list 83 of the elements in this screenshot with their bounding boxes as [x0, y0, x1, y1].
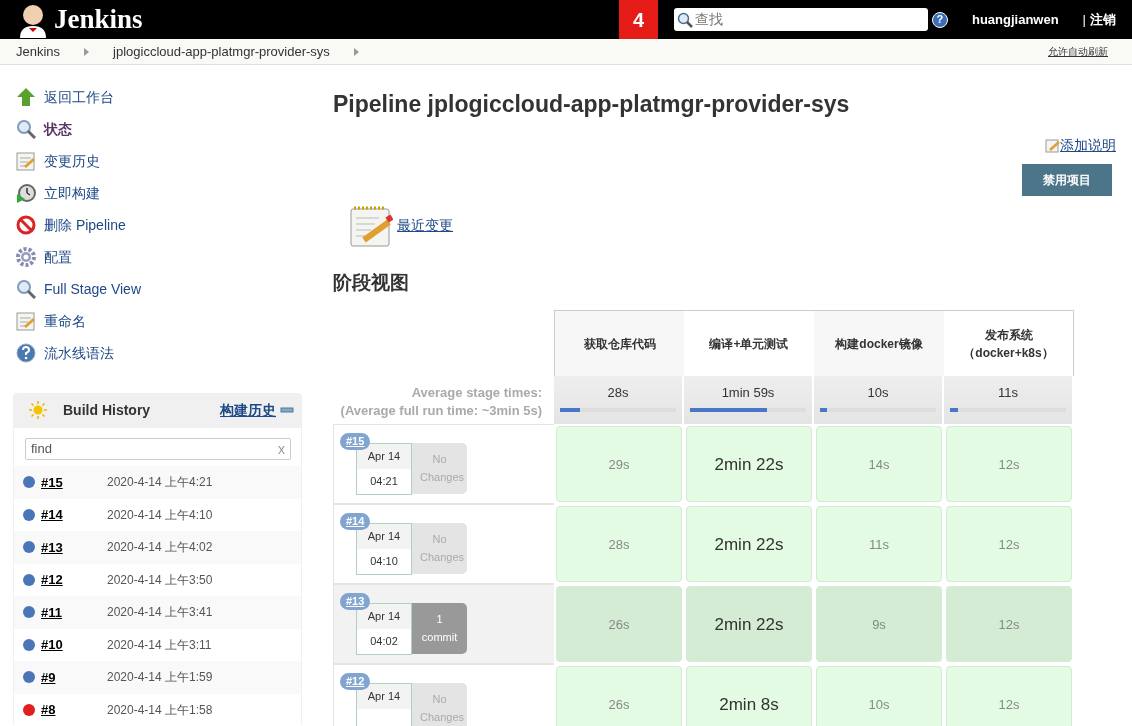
build-time: 2020-4-14 上午4:21 — [107, 474, 213, 492]
build-time: 2020-4-14 上午3:11 — [107, 636, 212, 654]
average-label: Average stage times: — [410, 384, 542, 402]
average-time: 28s — [607, 385, 629, 401]
sidebar-item[interactable]: 流水线语法 — [0, 337, 320, 369]
collapse-icon — [280, 407, 294, 413]
search-icon — [676, 11, 693, 28]
build-link[interactable]: #15 — [41, 472, 85, 492]
breadcrumb-arrow-icon — [84, 47, 90, 56]
run-date: Apr 14 — [357, 684, 411, 710]
build-link[interactable]: #8 — [41, 700, 85, 720]
filter-box[interactable]: find x — [25, 438, 291, 460]
run-time: 04:02 — [369, 634, 399, 650]
prohibited-icon — [16, 215, 36, 235]
stage-header-note: （docker+k8s） — [963, 344, 1054, 362]
stage-header: 发布系统 — [984, 326, 1033, 344]
search-icon — [16, 119, 36, 139]
build-time: 2020-4-14 上午4:02 — [107, 539, 213, 557]
build-time: 2020-4-14 上午3:41 — [107, 604, 213, 622]
sidebar-item[interactable]: 重命名 — [0, 305, 320, 337]
build-time: 2020-4-14 上午1:58 — [107, 701, 213, 719]
breadcrumb-link[interactable]: Jenkins — [16, 41, 61, 62]
auto-refresh-link[interactable]: 允许自动刷新 — [1048, 44, 1108, 59]
sidebar-item[interactable]: 状态 — [0, 113, 320, 145]
sidebar-item[interactable]: 返回工作台 — [0, 81, 320, 113]
sidebar-item[interactable]: 立即构建 — [0, 177, 320, 209]
notepad-icon — [16, 151, 36, 171]
sidebar-item[interactable]: 删除 Pipeline — [0, 209, 320, 241]
build-time: 2020-4-14 上午4:10 — [107, 506, 213, 524]
sidebar-item[interactable]: 变更历史 — [0, 145, 320, 177]
search-box[interactable]: 查找 — [673, 8, 928, 31]
stage-duration-cell[interactable]: 2min 8s — [686, 666, 812, 726]
clock-play-icon — [16, 183, 36, 203]
average-time: 1min 59s — [721, 385, 775, 401]
sun-icon — [29, 401, 47, 419]
build-link[interactable]: #11 — [41, 602, 85, 622]
stage-header: 获取仓库代码 — [583, 335, 656, 353]
build-link[interactable]: #12 — [41, 570, 85, 590]
average-time: 10s — [867, 385, 889, 401]
stage-duration-cell[interactable]: 2min 22s — [686, 506, 812, 583]
notepad-icon — [16, 311, 36, 331]
logout-link[interactable]: 注销 — [1090, 9, 1116, 30]
sidebar-item[interactable]: 配置 — [0, 241, 320, 273]
trend-link[interactable]: 构建历史 — [220, 399, 276, 421]
separator: | — [1082, 10, 1086, 29]
build-link[interactable]: #9 — [41, 667, 85, 687]
changes-badge: No Changes — [412, 443, 467, 495]
run-time: 04:21 — [369, 474, 399, 490]
help-icon — [16, 343, 36, 363]
section-title: 阶段视图 — [333, 271, 410, 295]
help-icon[interactable]: ? — [931, 11, 948, 28]
notification-count[interactable]: 4 — [618, 0, 658, 39]
stage-duration-cell[interactable]: 2min 22s — [686, 426, 812, 503]
average-time: 11s — [998, 385, 1018, 401]
stage-header: 编译+单元测试 — [709, 335, 789, 353]
logo-text: Jenkins — [54, 3, 143, 37]
disable-project-button[interactable]: 禁用项目 — [1022, 163, 1112, 196]
breadcrumb-arrow-icon — [353, 47, 359, 56]
changes-badge: No Changes — [412, 523, 467, 575]
run-time: 04:10 — [369, 554, 399, 570]
breadcrumb-link[interactable]: jplogiccloud-app-platmgr-provider-sys — [113, 41, 330, 62]
stage-header: 构建docker镜像 — [835, 335, 923, 353]
stage-duration-cell[interactable]: 2min 22s — [686, 586, 812, 663]
build-time: 2020-4-14 上午1:59 — [107, 669, 213, 687]
average-run-time: (Average full run time: ~3min 5s) — [339, 401, 542, 420]
gear-icon — [16, 247, 36, 267]
page-title: Pipeline jplogiccloud-app-platmgr-provider-sys — [333, 91, 851, 119]
run-date: Apr 14 — [357, 444, 411, 470]
build-link[interactable]: #14 — [41, 505, 85, 525]
changes-badge: No Changes — [412, 683, 467, 726]
build-link[interactable]: #13 — [41, 537, 85, 557]
run-date: Apr 14 — [357, 604, 411, 630]
recent-changes-link[interactable]: 最近变更 — [397, 215, 453, 237]
build-time: 2020-4-14 上午3:50 — [107, 571, 213, 589]
user-link[interactable]: huangjianwen — [971, 9, 1059, 30]
panel-title: Build History — [63, 400, 151, 420]
run-date: Apr 14 — [357, 524, 411, 550]
search-icon — [16, 279, 36, 299]
notepad-icon — [1045, 137, 1060, 153]
sidebar-item[interactable]: Full Stage View — [0, 273, 320, 305]
build-link[interactable]: #10 — [41, 635, 85, 655]
up-arrow-icon — [16, 87, 36, 107]
add-description-link[interactable]: 添加说明 — [1060, 134, 1116, 156]
